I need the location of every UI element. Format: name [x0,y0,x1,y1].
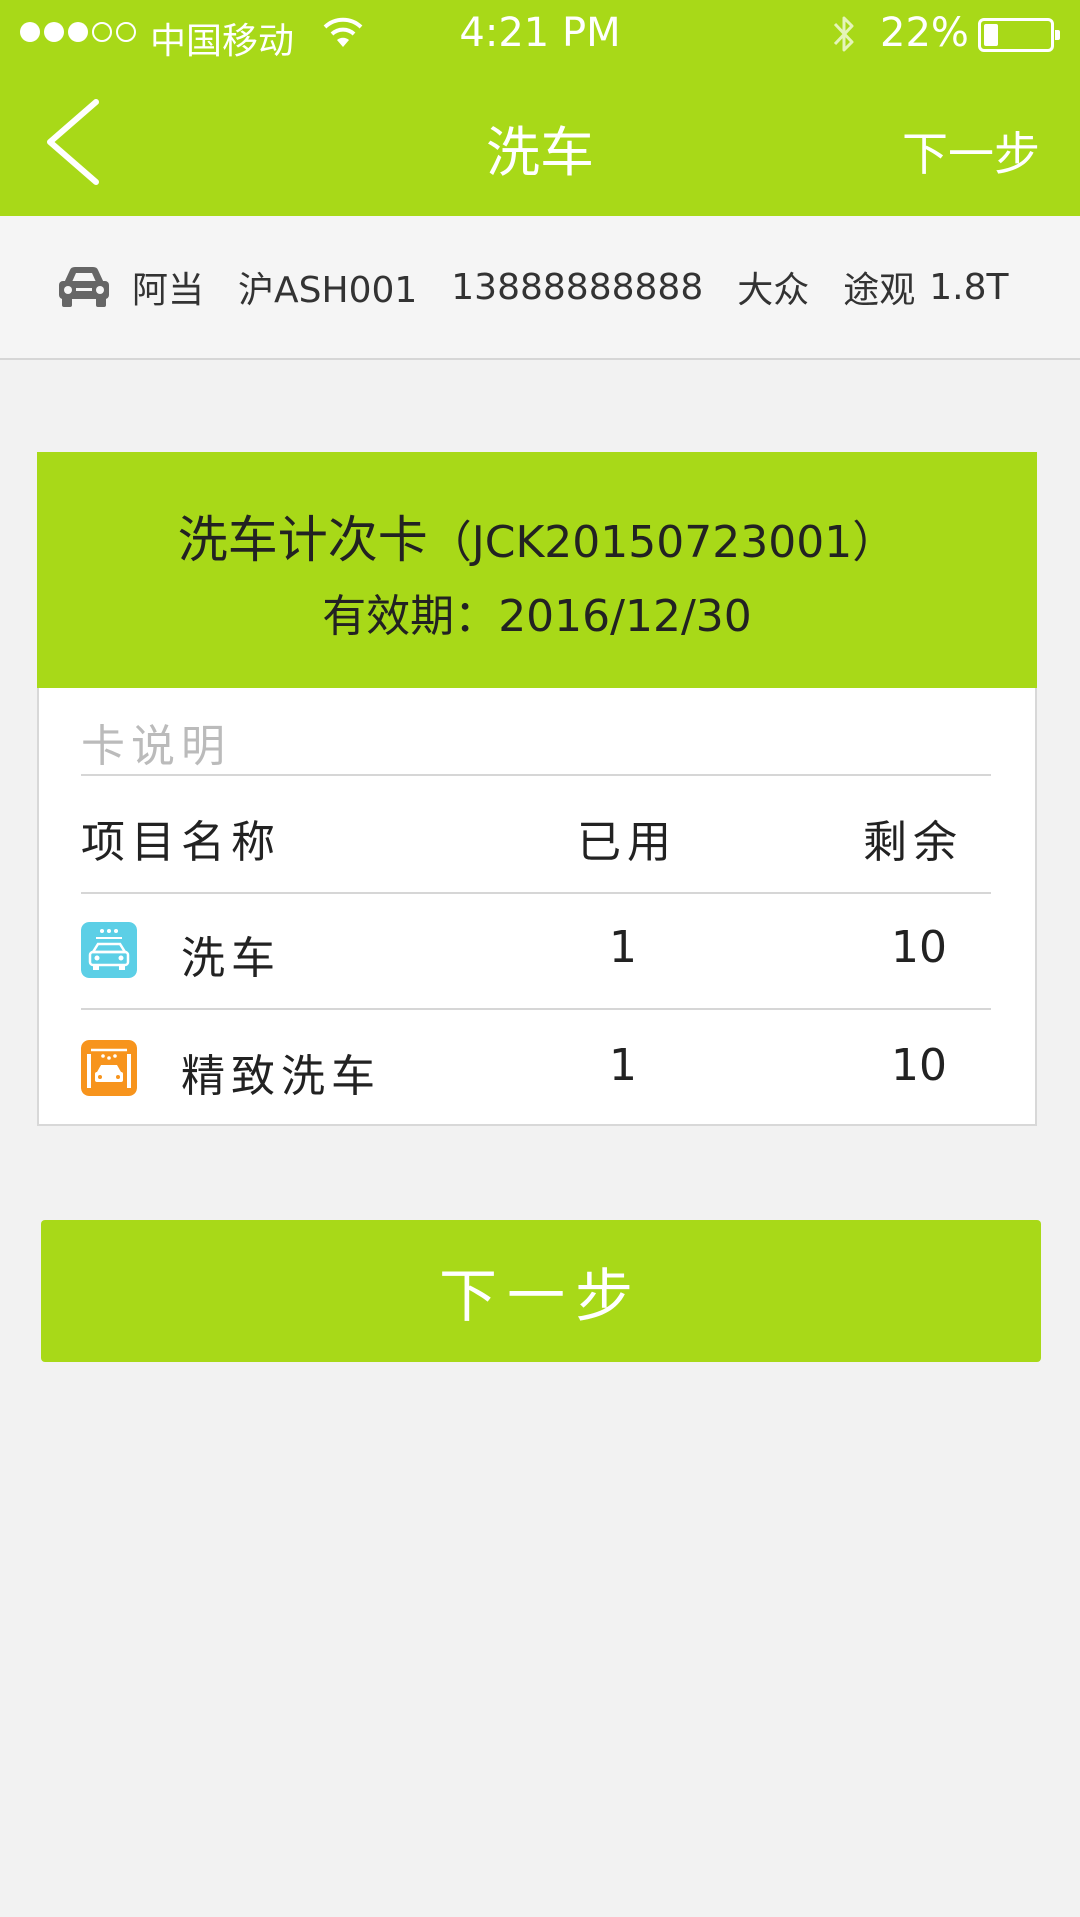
engine-size: 1.8T [929,266,1009,308]
expiry-date: 2016/12/30 [498,591,752,642]
item-remaining: 10 [891,1040,947,1091]
next-step-button[interactable]: 下一步 [41,1220,1041,1362]
owner-name: 阿当 [132,270,205,311]
divider [81,774,991,776]
expiry-label: 有效期： [322,591,499,642]
item-name: 洗车 [181,933,281,984]
vehicle-info-bar: 阿当 沪ASH001 13888888888 大众 途观 1.8T [0,216,1080,360]
column-header-used: 已用 [577,817,677,868]
license-plate: 沪ASH001 [238,270,418,311]
item-name: 精致洗车 [181,1051,381,1102]
column-header-remaining: 剩余 [863,817,963,868]
battery-icon [978,18,1060,52]
car-brand: 大众 [737,270,810,311]
phone-number: 13888888888 [451,266,704,308]
card-description-label: 卡说明 [81,721,231,772]
car-wash-icon [81,922,137,978]
item-used: 1 [609,1040,637,1091]
battery-percent: 22% [880,10,969,56]
item-remaining: 10 [891,922,947,973]
car-icon [59,267,109,307]
card-expiry: 有效期：2016/12/30 [37,580,1037,644]
card-number: JCK20150723001 [471,517,853,568]
divider [81,1008,991,1010]
nav-next-button[interactable]: 下一步 [902,118,1040,184]
car-model: 途观 [843,270,916,311]
card-header: 洗车计次卡（JCK20150723001） 有效期：2016/12/30 [37,452,1037,688]
bluetooth-icon [833,16,854,52]
card-title: 洗车计次卡（JCK20150723001） [177,511,897,569]
navigation-bar: 洗车 下一步 [0,68,1080,216]
item-used: 1 [609,922,637,973]
divider [81,892,991,894]
status-bar: 中国移动 4:21 PM 22% [0,0,1080,68]
card-name: 洗车计次卡 [177,511,428,569]
column-header-item: 项目名称 [81,817,281,868]
card-details: 卡说明 项目名称 已用 剩余 洗车 1 10 精致洗车 1 10 [37,688,1037,1126]
premium-car-wash-icon [81,1040,137,1096]
